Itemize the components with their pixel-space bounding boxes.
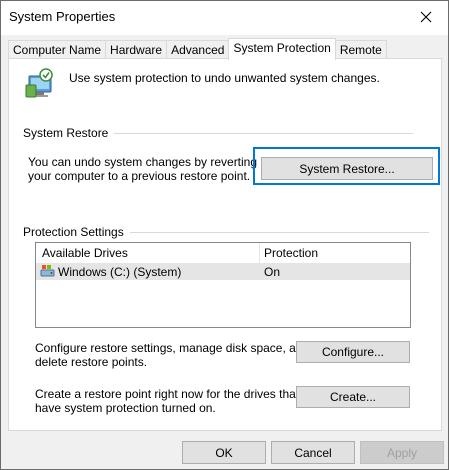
drive-name: Windows (C:) (System) [58, 265, 182, 279]
system-protection-panel: Use system protection to undo unwanted s… [8, 58, 442, 431]
system-restore-description-line1: You can undo system changes by reverting [28, 155, 258, 169]
drive-icon [40, 265, 55, 277]
create-button[interactable]: Create... [296, 386, 410, 408]
cancel-button-label: Cancel [294, 445, 332, 460]
protection-settings-heading: Protection Settings [23, 225, 124, 239]
system-restore-heading: System Restore [23, 126, 109, 140]
system-restore-description-line2: your computer to a previous restore poin… [28, 169, 251, 183]
system-protection-icon [25, 68, 53, 98]
table-row[interactable]: Windows (C:) (System) On [36, 263, 410, 280]
configure-button[interactable]: Configure... [296, 341, 410, 363]
tab-strip: Computer Name Hardware Advanced System P… [8, 38, 387, 60]
create-description-line2: have system protection turned on. [35, 401, 216, 415]
list-header: Available Drives Protection [36, 243, 410, 263]
tab-system-protection[interactable]: System Protection [228, 38, 336, 60]
title-bar: System Properties [1, 1, 448, 35]
create-description-line1: Create a restore point right now for the… [35, 387, 300, 401]
system-properties-window: System Properties Computer Name Hardware… [0, 0, 449, 470]
configure-button-label: Configure... [321, 345, 385, 359]
column-separator [259, 243, 260, 263]
tab-advanced[interactable]: Advanced [166, 40, 230, 59]
configure-description-line2: delete restore points. [35, 355, 148, 369]
drive-protection-status: On [264, 265, 281, 279]
system-restore-button[interactable]: System Restore... [261, 157, 433, 180]
intro-text: Use system protection to undo unwanted s… [69, 71, 380, 85]
system-restore-button-label: System Restore... [299, 161, 395, 176]
tab-remote[interactable]: Remote [334, 40, 387, 59]
column-protection[interactable]: Protection [264, 246, 318, 260]
close-icon [420, 11, 432, 23]
create-button-label: Create... [329, 390, 377, 404]
configure-description-line1: Configure restore settings, manage disk … [35, 341, 310, 355]
close-button[interactable] [410, 5, 442, 29]
column-available-drives[interactable]: Available Drives [42, 246, 128, 260]
apply-button[interactable]: Apply [360, 441, 444, 464]
ok-button-label: OK [215, 445, 233, 460]
apply-button-label: Apply [386, 445, 418, 460]
cancel-button[interactable]: Cancel [271, 441, 355, 464]
tab-hardware[interactable]: Hardware [105, 40, 168, 59]
ok-button[interactable]: OK [182, 441, 266, 464]
system-restore-divider [114, 133, 413, 134]
available-drives-list[interactable]: Available Drives Protection Windows (C:)… [35, 242, 411, 328]
window-title: System Properties [9, 9, 116, 24]
protection-settings-divider [130, 232, 429, 233]
tab-computer-name[interactable]: Computer Name [8, 40, 107, 59]
